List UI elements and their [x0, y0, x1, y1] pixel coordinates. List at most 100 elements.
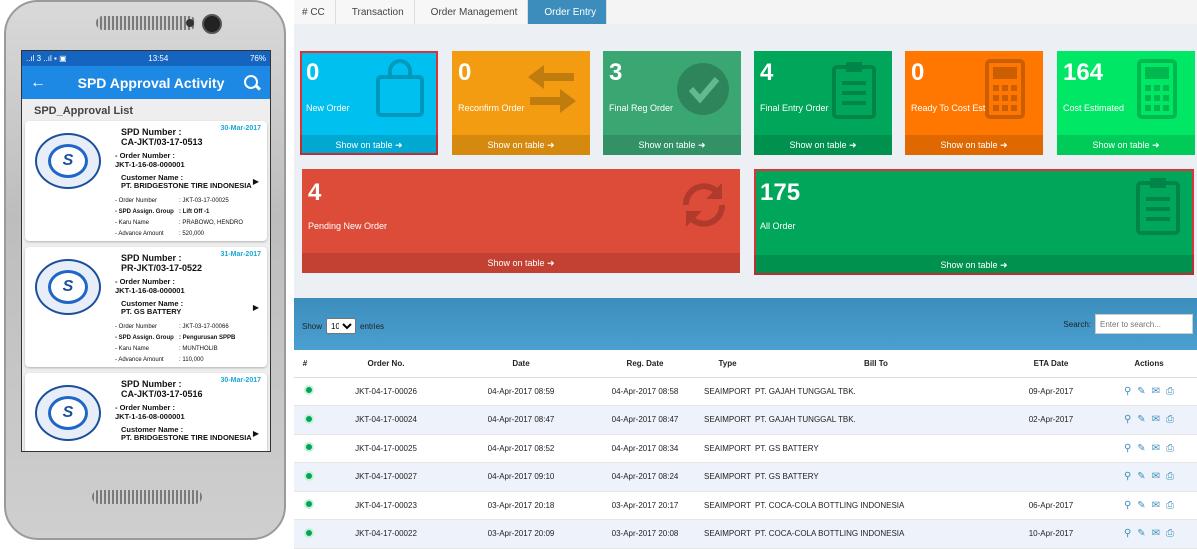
col-reg-date[interactable]: Reg. Date	[586, 350, 704, 378]
mail-icon[interactable]: ✉	[1152, 500, 1160, 511]
spd-card[interactable]: S 30-Mar-2017 SPD Number : CA-JKT/03-17-…	[25, 121, 267, 241]
col-index[interactable]: #	[294, 350, 316, 378]
status-box-final-reg-order[interactable]: 3 Final Reg Order Show on table ➜	[603, 51, 741, 155]
expand-row-icon[interactable]	[304, 413, 314, 424]
status-box-cost-estimated[interactable]: 164 Cost Estimated Show on table ➜	[1057, 51, 1195, 155]
cell-order-no: JKT-04-17-00024	[316, 405, 456, 435]
show-on-table-link[interactable]: Show on table ➜	[905, 135, 1043, 155]
box-count: 175	[760, 179, 801, 206]
search-icon[interactable]: ⚲	[1124, 500, 1131, 511]
cell-eta-date	[1000, 434, 1101, 463]
spd-card[interactable]: S 31-Mar-2017 SPD Number : PR-JKT/03-17-…	[25, 247, 267, 367]
detail-value: : Pengurusan SPPB	[179, 334, 236, 341]
table-row[interactable]: JKT-04-17-00024 04-Apr-2017 08:47 04-Apr…	[294, 405, 1197, 435]
edit-pencil-icon[interactable]: ✎	[1137, 443, 1145, 454]
status-dot[interactable]	[294, 405, 316, 435]
card-date: 30-Mar-2017	[220, 377, 261, 384]
status-dot[interactable]	[294, 377, 316, 406]
company-logo-icon: S	[35, 385, 101, 441]
customer-name: PT. BRIDGESTONE TIRE INDONESIA	[121, 181, 252, 190]
cell-order-no: JKT-04-17-00027	[316, 462, 456, 492]
calculator-icon	[977, 59, 1033, 119]
col-bill-to[interactable]: Bill To	[750, 350, 1001, 378]
search-icon[interactable]: ⚲	[1124, 471, 1131, 482]
search-icon[interactable]: ⚲	[1124, 528, 1131, 539]
table-row[interactable]: JKT-04-17-00026 04-Apr-2017 08:59 04-Apr…	[294, 377, 1197, 406]
spd-number-label: SPD Number :	[121, 379, 182, 389]
mail-icon[interactable]: ✉	[1152, 471, 1160, 482]
status-box-all-order[interactable]: 175 All Order Show on table ➜	[754, 169, 1194, 275]
edit-pencil-icon[interactable]: ✎	[1137, 386, 1145, 397]
edit-pencil-icon[interactable]: ✎	[1137, 500, 1145, 511]
print-icon[interactable]: ⎙	[1166, 414, 1174, 425]
cell-date: 04-Apr-2017 08:59	[456, 377, 586, 406]
edit-pencil-icon[interactable]: ✎	[1137, 414, 1145, 425]
col-type[interactable]: Type	[704, 350, 751, 378]
show-on-table-label: Show on table	[789, 140, 847, 150]
print-icon[interactable]: ⎙	[1166, 386, 1174, 397]
print-icon[interactable]: ⎙	[1166, 528, 1174, 539]
card-detail-row: - Advance Amount : 110,000	[115, 354, 265, 365]
spd-number-label: SPD Number :	[121, 253, 182, 263]
breadcrumb-home[interactable]: # CC	[294, 0, 336, 24]
status-dot[interactable]	[294, 434, 316, 463]
card-detail-row: - Order Number : JKT-03-17-00025	[115, 195, 265, 206]
box-label: Ready To Cost Est	[911, 103, 986, 113]
play-arrow-icon[interactable]: ▶	[253, 303, 259, 312]
edit-pencil-icon[interactable]: ✎	[1137, 471, 1145, 482]
status-box-ready-to-cost-est[interactable]: 0 Ready To Cost Est Show on table ➜	[905, 51, 1043, 155]
breadcrumb-order-management[interactable]: Order Management	[414, 0, 529, 24]
card-date: 30-Mar-2017	[220, 125, 261, 132]
search-icon[interactable]	[242, 73, 262, 93]
show-on-table-link[interactable]: Show on table ➜	[1057, 135, 1195, 155]
show-on-table-link[interactable]: Show on table ➜	[452, 135, 590, 155]
col-order-no[interactable]: Order No.	[316, 350, 456, 378]
play-arrow-icon[interactable]: ▶	[253, 429, 259, 438]
table-row[interactable]: JKT-04-17-00027 04-Apr-2017 09:10 04-Apr…	[294, 462, 1197, 492]
cell-actions: ⚲ ✎ ✉ ⎙	[1100, 405, 1197, 435]
show-on-table-link[interactable]: Show on table ➜	[754, 135, 892, 155]
mail-icon[interactable]: ✉	[1152, 528, 1160, 539]
back-arrow-icon[interactable]: ←	[30, 74, 60, 92]
search-input[interactable]	[1095, 314, 1193, 334]
status-dot[interactable]	[294, 519, 316, 549]
breadcrumb-transaction[interactable]: Transaction	[335, 0, 415, 24]
cell-type: SEAIMPORT	[704, 405, 751, 435]
show-on-table-label: Show on table	[1092, 140, 1150, 150]
edit-pencil-icon[interactable]: ✎	[1137, 528, 1145, 539]
expand-row-icon[interactable]	[304, 385, 314, 396]
show-on-table-link[interactable]: Show on table ➜	[300, 135, 438, 155]
expand-row-icon[interactable]	[304, 499, 314, 510]
status-dot[interactable]	[294, 491, 316, 520]
print-icon[interactable]: ⎙	[1166, 471, 1174, 482]
expand-row-icon[interactable]	[304, 442, 314, 453]
table-row[interactable]: JKT-04-17-00022 03-Apr-2017 20:09 03-Apr…	[294, 519, 1197, 549]
show-on-table-link[interactable]: Show on table ➜	[302, 253, 740, 273]
status-box-reconfirm-order[interactable]: 0 Reconfirm Order Show on table ➜	[452, 51, 590, 155]
spd-card[interactable]: S 30-Mar-2017 SPD Number : CA-JKT/03-17-…	[25, 373, 267, 451]
mail-icon[interactable]: ✉	[1152, 443, 1160, 454]
search-icon[interactable]: ⚲	[1124, 386, 1131, 397]
search-icon[interactable]: ⚲	[1124, 443, 1131, 454]
expand-row-icon[interactable]	[304, 527, 314, 538]
show-on-table-link[interactable]: Show on table ➜	[603, 135, 741, 155]
show-on-table-link[interactable]: Show on table ➜	[754, 255, 1194, 275]
col-date[interactable]: Date	[456, 350, 586, 378]
expand-row-icon[interactable]	[304, 470, 314, 481]
mail-icon[interactable]: ✉	[1152, 414, 1160, 425]
table-row[interactable]: JKT-04-17-00023 03-Apr-2017 20:18 03-Apr…	[294, 491, 1197, 520]
status-dot[interactable]	[294, 462, 316, 492]
status-box-final-entry-order[interactable]: 4 Final Entry Order Show on table ➜	[754, 51, 892, 155]
status-box-pending-new-order[interactable]: 4 Pending New Order Show on table ➜	[302, 169, 740, 273]
print-icon[interactable]: ⎙	[1166, 443, 1174, 454]
entries-select[interactable]: 10	[326, 318, 357, 334]
play-arrow-icon[interactable]: ▶	[253, 177, 259, 186]
table-row[interactable]: JKT-04-17-00025 04-Apr-2017 08:52 04-Apr…	[294, 434, 1197, 463]
cell-order-no: JKT-04-17-00022	[316, 519, 456, 549]
status-box-new-order[interactable]: 0 New Order Show on table ➜	[300, 51, 438, 155]
spd-number: CA-JKT/03-17-0516	[121, 389, 203, 399]
print-icon[interactable]: ⎙	[1166, 500, 1174, 511]
search-icon[interactable]: ⚲	[1124, 414, 1131, 425]
col-eta-date[interactable]: ETA Date	[1000, 350, 1101, 378]
mail-icon[interactable]: ✉	[1152, 386, 1160, 397]
